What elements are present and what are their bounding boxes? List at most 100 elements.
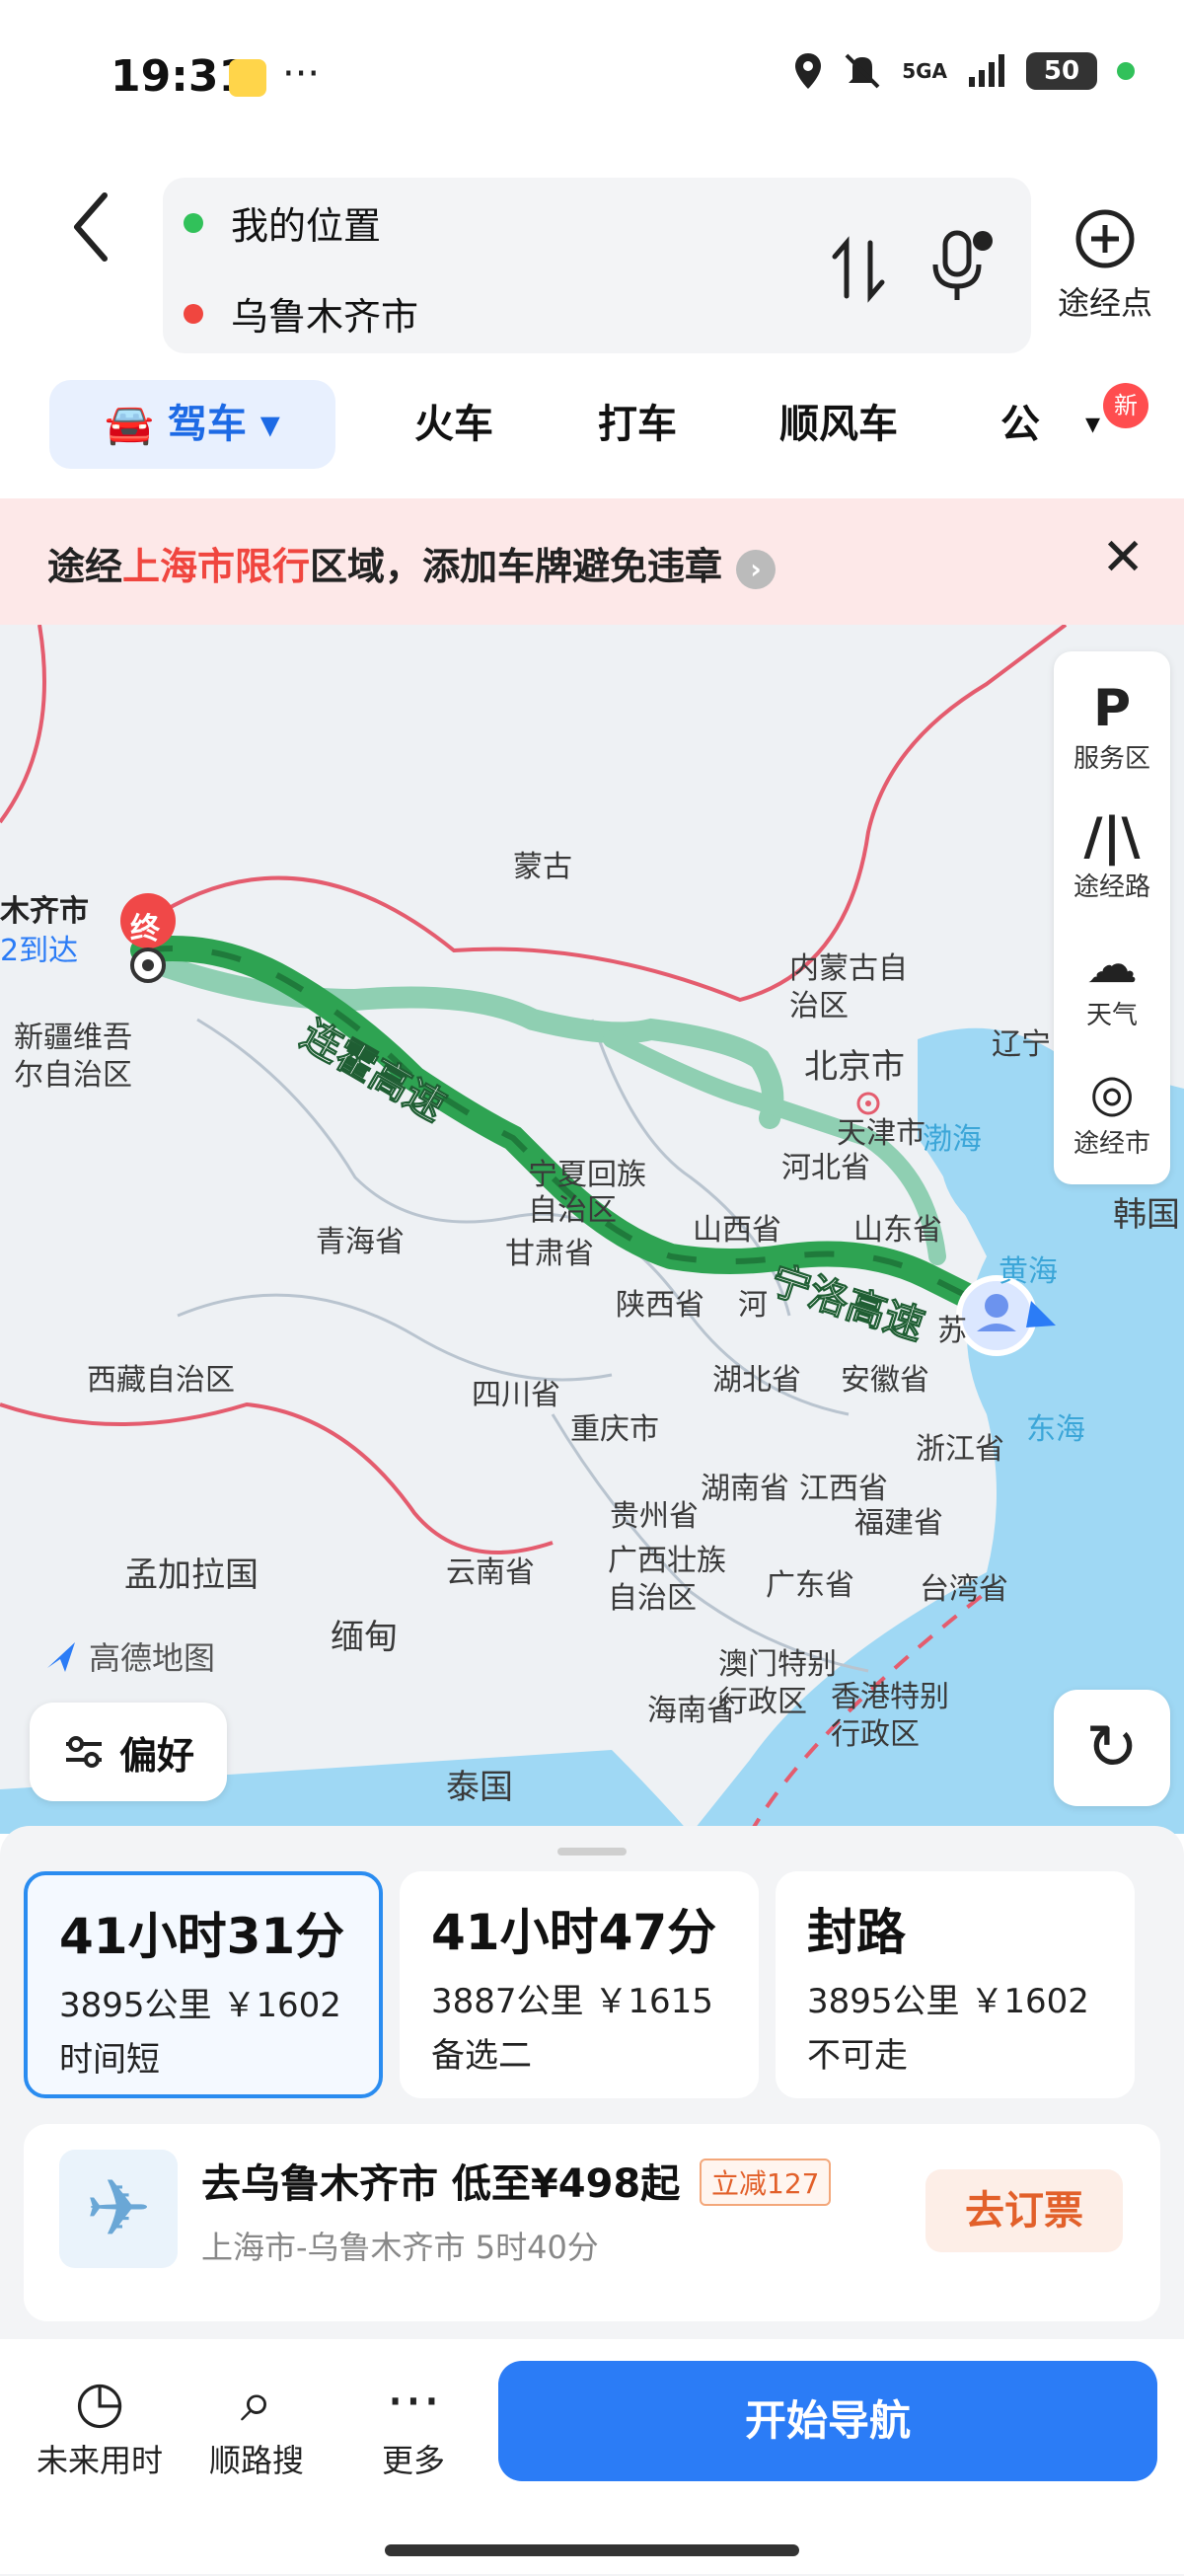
back-icon[interactable] bbox=[61, 188, 120, 266]
tool-via-city-label: 途经市 bbox=[1073, 1129, 1150, 1159]
tool-via-city[interactable]: ◎ 途经市 bbox=[1054, 1064, 1170, 1160]
destination-label: 乌鲁木齐市 bbox=[231, 295, 419, 339]
map-label-east-sea: 东海 bbox=[1026, 1412, 1085, 1447]
along-search-button[interactable]: ⌕ 顺路搜 bbox=[183, 2367, 331, 2481]
tool-weather[interactable]: ☁ 天气 bbox=[1054, 936, 1170, 1031]
map-label-taiwan: 台湾省 bbox=[920, 1572, 1008, 1607]
map-label-macau: 澳门特别 行政区 bbox=[718, 1647, 837, 1719]
tab-drive-label: 驾车 bbox=[167, 402, 247, 447]
route-card-2[interactable]: 41小时47分 3887公里 ￥1615 备选二 bbox=[400, 1871, 759, 2098]
search-icon: ⌕ bbox=[240, 2368, 273, 2435]
tabs-more-icon[interactable]: ▾ bbox=[1085, 380, 1100, 469]
destination-dot bbox=[184, 303, 203, 324]
app-notification-icon bbox=[229, 59, 266, 97]
book-ticket-button[interactable]: 去订票 bbox=[925, 2169, 1123, 2252]
privacy-dot bbox=[1117, 62, 1135, 80]
home-indicator[interactable] bbox=[385, 2544, 799, 2556]
amap-logo: 高德地图 bbox=[43, 1633, 215, 1679]
flight-title: 去乌鲁木齐市 低至¥498起 bbox=[201, 2161, 681, 2207]
add-waypoint-button[interactable]: 途经点 bbox=[1056, 207, 1154, 324]
voice-input-icon[interactable] bbox=[927, 227, 997, 306]
refresh-icon[interactable]: ↻ bbox=[1054, 1690, 1170, 1806]
map-label-tibet: 西藏自治区 bbox=[87, 1363, 235, 1398]
map-label-guangdong: 广东省 bbox=[766, 1568, 854, 1603]
network-label: 5GA bbox=[902, 59, 947, 83]
end-marker-label: 终 bbox=[130, 912, 160, 947]
origin-label: 我的位置 bbox=[231, 204, 382, 248]
airplane-icon: ✈ bbox=[59, 2150, 178, 2268]
parking-icon: P bbox=[1092, 679, 1132, 738]
restriction-warning-banner[interactable]: 途经上海市限行区域，添加车牌避免违章 › ✕ bbox=[0, 498, 1184, 625]
start-navigation-button[interactable]: 开始导航 bbox=[498, 2361, 1157, 2481]
map-label-urumqi: 木齐市 bbox=[0, 894, 89, 929]
map-label-shaanxi: 陕西省 bbox=[616, 1288, 704, 1323]
route-meta: 3887公里 ￥1615 bbox=[431, 1982, 713, 2021]
future-time-button[interactable]: ◷ 未来用时 bbox=[26, 2367, 174, 2481]
tab-train[interactable]: 火车 bbox=[414, 380, 493, 469]
map-label-chongqing: 重庆市 bbox=[570, 1412, 659, 1447]
status-right: 5GA 50 bbox=[793, 51, 1135, 91]
route-meta: 3895公里 ￥1602 bbox=[807, 1982, 1089, 2021]
route-card-1[interactable]: 41小时31分 3895公里 ￥1602 时间短 bbox=[24, 1871, 383, 2098]
status-bar: 19:31 ··· 5GA 50 bbox=[0, 0, 1184, 158]
origin-row[interactable]: 我的位置 bbox=[184, 195, 381, 250]
along-search-label: 顺路搜 bbox=[208, 2442, 304, 2479]
map-label-guizhou: 贵州省 bbox=[610, 1499, 699, 1534]
tab-taxi[interactable]: 打车 bbox=[598, 380, 677, 469]
route-tag: 备选二 bbox=[431, 2036, 532, 2076]
road-icon: /|\ bbox=[1083, 807, 1141, 867]
cloud-icon: ☁ bbox=[1086, 936, 1138, 995]
map-label-shanxi: 山西省 bbox=[693, 1213, 781, 1248]
map-label-beijing: 北京市 bbox=[804, 1047, 905, 1087]
amap-logo-icon bbox=[47, 1642, 75, 1672]
map-label-xinjiang: 新疆维吾 尔自治区 bbox=[14, 1021, 132, 1093]
warning-text: 途经上海市限行区域，添加车牌避免违章 › bbox=[47, 536, 777, 590]
tool-via-road[interactable]: /|\ 途经路 bbox=[1054, 807, 1170, 903]
map-label-liaoning: 辽宁 bbox=[992, 1027, 1051, 1062]
map-label-ningxia: 宁夏回族 自治区 bbox=[528, 1158, 646, 1228]
map-label-hebei: 河北省 bbox=[781, 1151, 870, 1185]
origin-dot bbox=[184, 212, 203, 233]
map-label-hunan: 湖南省 bbox=[701, 1472, 789, 1506]
new-badge: 新 bbox=[1103, 383, 1148, 428]
waypoint-label: 途经点 bbox=[1057, 284, 1152, 322]
car-icon: 🚘 bbox=[105, 402, 154, 447]
map-side-tools: P 服务区 /|\ 途经路 ☁ 天气 ◎ 途经市 bbox=[1054, 651, 1170, 1184]
swap-icon[interactable] bbox=[829, 235, 888, 304]
battery-indicator: 50 bbox=[1026, 52, 1097, 90]
tab-bus[interactable]: 公 bbox=[1000, 380, 1040, 469]
coupon-badge: 立减127 bbox=[700, 2159, 832, 2206]
close-icon[interactable]: ✕ bbox=[1101, 528, 1145, 587]
route-card-3[interactable]: 封路 3895公里 ￥1602 不可走 bbox=[776, 1871, 1135, 2098]
map-label-guangxi: 广西壮族 自治区 bbox=[608, 1544, 726, 1616]
map-label-shandong: 山东省 bbox=[853, 1213, 942, 1248]
flight-promo-card[interactable]: ✈ 去乌鲁木齐市 低至¥498起 立减127 上海市-乌鲁木齐市 5时40分 去… bbox=[24, 2124, 1160, 2321]
location-icon bbox=[795, 53, 822, 89]
sliders-icon bbox=[65, 1736, 102, 1768]
more-notifications-icon: ··· bbox=[282, 51, 321, 97]
destination-row[interactable]: 乌鲁木齐市 bbox=[184, 286, 418, 341]
preference-button[interactable]: 偏好 bbox=[30, 1703, 227, 1801]
add-circle-icon bbox=[1075, 209, 1135, 268]
map-label-arrival: 2到达 bbox=[0, 934, 79, 968]
tab-carpool[interactable]: 顺风车 bbox=[779, 380, 898, 469]
route-tag: 时间短 bbox=[59, 2040, 160, 2080]
more-button[interactable]: ··· 更多 bbox=[339, 2367, 487, 2481]
map-label-hainan: 海南省 bbox=[647, 1694, 736, 1728]
map-label-jiangsu: 苏 bbox=[937, 1314, 967, 1348]
preference-label: 偏好 bbox=[118, 1733, 194, 1778]
map-label-myanmar: 缅甸 bbox=[331, 1618, 398, 1657]
signal-icon bbox=[969, 54, 1004, 87]
map-label-bohai: 渤海 bbox=[923, 1122, 982, 1157]
tab-drive[interactable]: 🚘 驾车 ▾ bbox=[49, 380, 335, 469]
map-label-yellow-sea: 黄海 bbox=[999, 1254, 1058, 1289]
tool-service-area[interactable]: P 服务区 bbox=[1054, 679, 1170, 775]
amap-logo-text: 高德地图 bbox=[89, 1639, 216, 1677]
mute-icon bbox=[845, 53, 880, 89]
map-label-thailand: 泰国 bbox=[446, 1768, 513, 1807]
chevron-right-icon: › bbox=[736, 549, 777, 589]
route-duration: 41小时47分 bbox=[431, 1904, 717, 1961]
sheet-handle[interactable] bbox=[557, 1848, 627, 1856]
clock-icon: ◷ bbox=[74, 2368, 125, 2435]
more-icon: ··· bbox=[386, 2368, 441, 2435]
